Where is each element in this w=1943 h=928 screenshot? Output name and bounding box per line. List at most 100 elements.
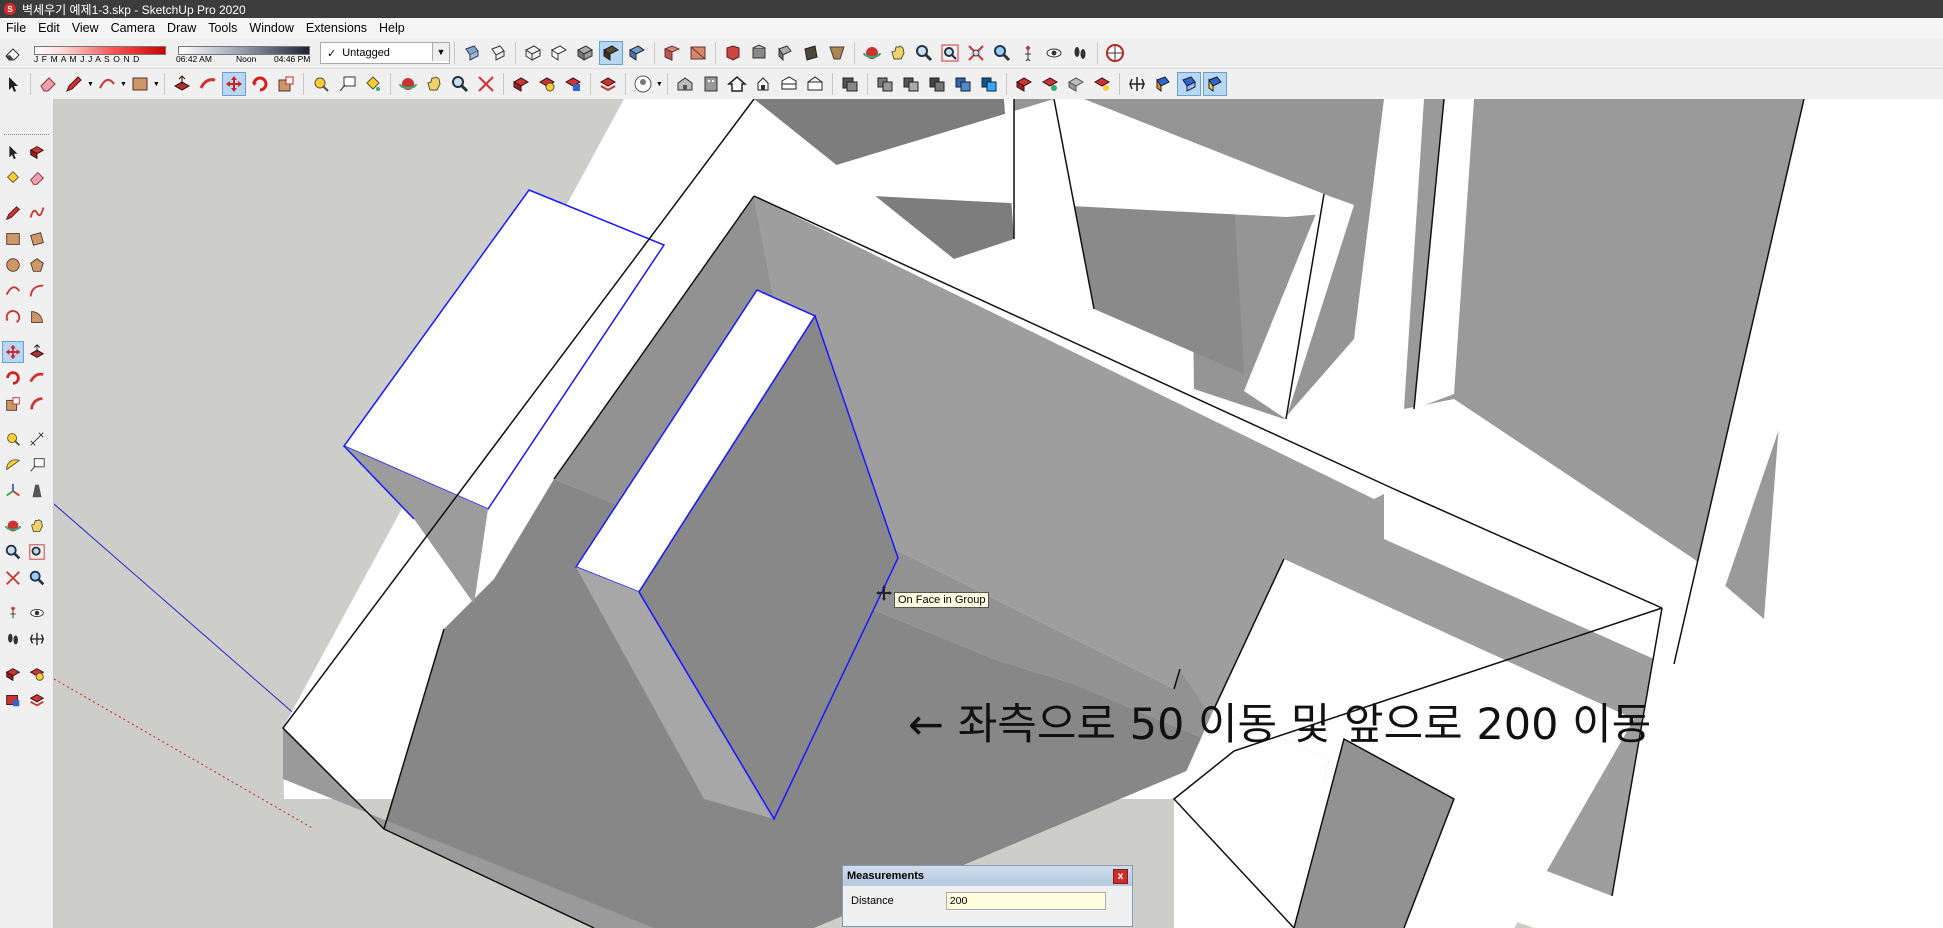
model-viewport[interactable]: On Face in Group ← 좌측으로 50 이동 및 앞으로 200 …	[54, 99, 1943, 928]
component-icon[interactable]	[509, 72, 533, 96]
chevron-down-icon[interactable]: ▼	[432, 43, 449, 61]
position-camera-icon[interactable]	[2, 602, 24, 624]
orbit-icon[interactable]	[396, 72, 420, 96]
model-scene[interactable]	[54, 99, 1943, 928]
tag-dropdown[interactable]: ✓ Untagged ▼	[320, 42, 450, 64]
walk-icon[interactable]	[2, 628, 24, 650]
dimension-icon[interactable]	[26, 428, 48, 450]
walk-icon[interactable]	[1068, 41, 1092, 65]
look-around-icon[interactable]	[26, 602, 48, 624]
back-view-icon[interactable]	[773, 41, 797, 65]
group-icon[interactable]	[535, 72, 559, 96]
offset-icon[interactable]	[26, 393, 48, 415]
menu-extensions[interactable]: Extensions	[300, 21, 373, 35]
zoom-icon[interactable]	[2, 541, 24, 563]
two-point-arc-icon[interactable]	[26, 280, 48, 302]
orbit-icon[interactable]	[860, 41, 884, 65]
style-backedges-icon[interactable]	[486, 41, 510, 65]
three-point-arc-icon[interactable]	[2, 306, 24, 328]
select-icon[interactable]	[1, 72, 25, 96]
extension-manager-icon[interactable]	[26, 689, 48, 711]
sandbox-icon[interactable]	[673, 72, 697, 96]
measurements-value-input[interactable]: 200	[945, 892, 1106, 910]
rectangle-icon[interactable]	[2, 228, 24, 250]
zoom-window-icon[interactable]	[26, 541, 48, 563]
tape-measure-icon[interactable]	[309, 72, 333, 96]
building-icon[interactable]	[699, 72, 723, 96]
section-fill-icon[interactable]	[1176, 72, 1201, 96]
eraser-icon[interactable]	[26, 167, 48, 189]
make-component-icon[interactable]	[26, 141, 48, 163]
style-xray-icon[interactable]	[460, 41, 484, 65]
eraser-icon[interactable]	[1, 41, 25, 65]
section-icon[interactable]	[838, 72, 862, 96]
follow-me-icon[interactable]	[26, 367, 48, 389]
warehouse-icon[interactable]	[2, 663, 24, 685]
arc-icon[interactable]	[95, 72, 119, 96]
solid-trim-icon[interactable]	[925, 72, 949, 96]
protractor-icon[interactable]	[2, 454, 24, 476]
arc-icon[interactable]	[2, 280, 24, 302]
rotate-icon[interactable]	[2, 367, 24, 389]
warehouse-icon[interactable]	[1103, 41, 1127, 65]
zoom-icon[interactable]	[912, 41, 936, 65]
style-wireframe-icon[interactable]	[521, 41, 545, 65]
position-camera-icon[interactable]	[1016, 41, 1040, 65]
menu-view[interactable]: View	[66, 21, 105, 35]
solid-subtract-icon[interactable]	[899, 72, 923, 96]
shadow-time-slider[interactable]: 06:42 AM Noon 04:46 PM	[174, 41, 314, 65]
send-to-layout-icon[interactable]	[2, 689, 24, 711]
pencil-icon[interactable]	[62, 72, 86, 96]
warehouse-icon[interactable]	[561, 72, 585, 96]
style-shaded-icon[interactable]	[573, 41, 597, 65]
look-around-icon[interactable]	[1042, 41, 1066, 65]
zoom-extents-icon[interactable]	[964, 41, 988, 65]
zoom-icon[interactable]	[448, 72, 472, 96]
menu-file[interactable]: File	[0, 21, 32, 35]
circle-icon[interactable]	[2, 254, 24, 276]
pan-icon[interactable]	[26, 515, 48, 537]
menu-window[interactable]: Window	[243, 21, 299, 35]
attributes-icon[interactable]	[1090, 72, 1114, 96]
pan-icon[interactable]	[422, 72, 446, 96]
section-plane-icon[interactable]	[1125, 72, 1149, 96]
zoom-extents-icon[interactable]	[2, 567, 24, 589]
interact-icon[interactable]	[1038, 72, 1062, 96]
text-icon[interactable]	[26, 454, 48, 476]
zoom-extents-icon[interactable]	[474, 72, 498, 96]
left-view-icon[interactable]	[799, 41, 823, 65]
move-icon[interactable]	[221, 72, 246, 96]
section-cut-icon[interactable]	[1202, 72, 1227, 96]
menu-camera[interactable]: Camera	[105, 21, 161, 35]
roof-icon[interactable]	[803, 72, 827, 96]
solid-union-icon[interactable]	[873, 72, 897, 96]
user-icon[interactable]	[631, 72, 655, 96]
orbit-icon[interactable]	[2, 515, 24, 537]
menu-help[interactable]: Help	[373, 21, 411, 35]
previous-view-icon[interactable]	[990, 41, 1014, 65]
menu-tools[interactable]: Tools	[202, 21, 243, 35]
section-plane-icon[interactable]	[26, 628, 48, 650]
zoom-window-icon[interactable]	[938, 41, 962, 65]
push-pull-icon[interactable]	[170, 72, 194, 96]
pie-icon[interactable]	[26, 306, 48, 328]
style-monochrome-icon[interactable]	[625, 41, 649, 65]
bottom-view-icon[interactable]	[825, 41, 849, 65]
freehand-icon[interactable]	[26, 202, 48, 224]
paint-bucket-icon[interactable]	[2, 167, 24, 189]
paint-bucket-icon[interactable]	[361, 72, 385, 96]
polygon-icon[interactable]	[26, 254, 48, 276]
rectangle-icon[interactable]	[128, 72, 152, 96]
house-icon[interactable]	[725, 72, 749, 96]
move-icon[interactable]	[2, 341, 24, 363]
dynamic-component-icon[interactable]	[1012, 72, 1036, 96]
right-view-icon[interactable]	[747, 41, 771, 65]
tape-measure-icon[interactable]	[2, 428, 24, 450]
scale-icon[interactable]	[274, 72, 298, 96]
front-view-icon[interactable]	[721, 41, 745, 65]
menu-draw[interactable]: Draw	[161, 21, 202, 35]
push-pull-icon[interactable]	[26, 341, 48, 363]
scale-icon[interactable]	[2, 393, 24, 415]
solid-split-icon[interactable]	[977, 72, 1001, 96]
eraser-icon[interactable]	[36, 72, 60, 96]
